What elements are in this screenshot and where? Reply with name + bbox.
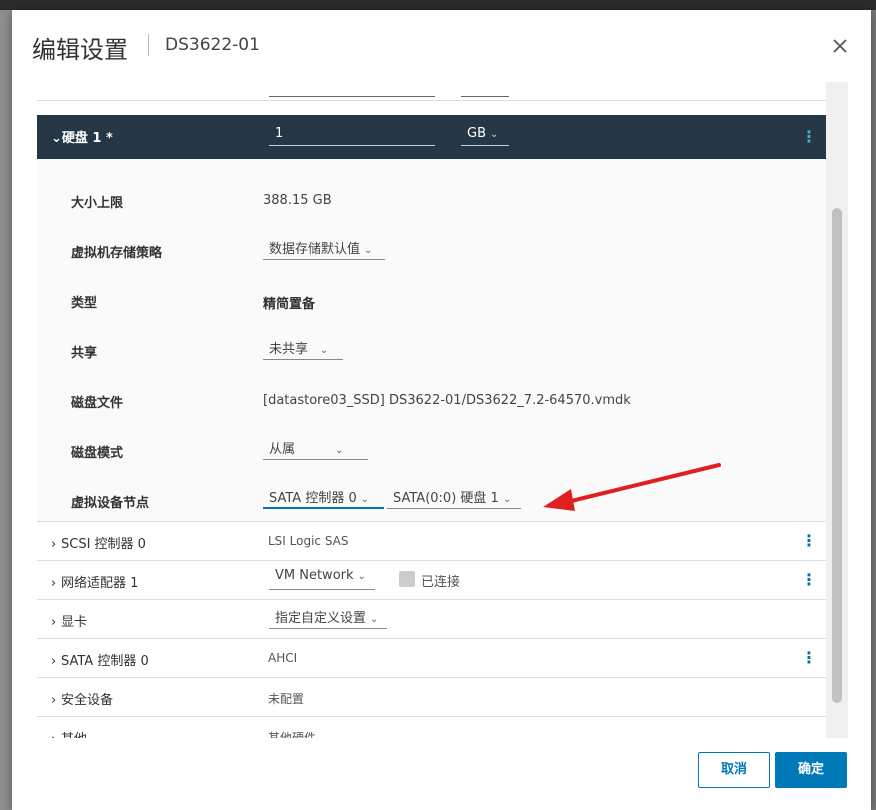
hard-disk-header[interactable]: ⌄硬盘 1 * 1 GB ⌄ ⋮ (37, 115, 826, 159)
chevron-right-icon: › (51, 693, 57, 708)
chevron-down-icon: ⌄ (490, 129, 499, 140)
close-icon (833, 39, 847, 53)
dialog-subtitle: DS3622-01 (165, 35, 260, 55)
close-button[interactable] (828, 34, 852, 58)
edit-settings-dialog: 编辑设置 DS3622-01 ⌄硬盘 1 * 1 GB ⌄ ⋮ 大小上限 388.… (12, 10, 871, 810)
cut-off-row-memory (37, 82, 826, 101)
background-left-panel (0, 10, 12, 810)
device-label: 网络适配器 1 (61, 576, 139, 591)
device-row-security-devices[interactable]: › 安全设备 未配置 (37, 678, 826, 717)
connected-checkbox[interactable] (399, 571, 415, 587)
memory-unit-underline[interactable] (461, 96, 509, 97)
background-top-bar (0, 0, 876, 10)
kebab-menu-icon[interactable]: ⋮ (801, 570, 817, 589)
chevron-right-icon: › (51, 537, 57, 552)
chevron-down-icon: ⌄ (502, 494, 512, 505)
memory-input-underline[interactable] (269, 96, 435, 97)
chevron-right-icon: › (51, 615, 57, 630)
scrollbar-thumb[interactable] (832, 208, 842, 703)
storage-policy-select[interactable]: 数据存储默认值 ⌄ (263, 238, 385, 260)
cancel-button[interactable]: 取消 (698, 752, 770, 788)
device-list: ⌄硬盘 1 * 1 GB ⌄ ⋮ 大小上限 388.15 GB 虚拟机存储策略 数… (37, 82, 826, 738)
device-value: AHCI (268, 651, 298, 665)
device-row-video-card[interactable]: › 显卡 指定自定义设置 ⌄ (37, 600, 826, 639)
max-size-value: 388.15 GB (263, 193, 332, 208)
device-value: 未配置 (268, 692, 305, 706)
disk-type-value: 精简置备 (263, 297, 316, 312)
disk-type-label: 类型 (71, 296, 98, 311)
disk-file-label: 磁盘文件 (71, 396, 124, 411)
vertical-scrollbar[interactable] (826, 82, 848, 738)
chevron-down-icon: ⌄ (51, 131, 62, 146)
chevron-right-icon: › (51, 654, 57, 669)
dialog-header: 编辑设置 DS3622-01 (12, 10, 871, 82)
chevron-down-icon: ⌄ (360, 494, 370, 505)
chevron-down-icon: ⌄ (364, 245, 373, 256)
hard-disk-label: ⌄硬盘 1 * (51, 131, 113, 146)
kebab-menu-icon[interactable]: ⋮ (801, 648, 817, 667)
chevron-down-icon: ⌄ (370, 614, 379, 625)
device-label: 显卡 (61, 615, 88, 630)
vdn-slot-select[interactable]: SATA(0:0) 硬盘 1 ⌄ (387, 487, 521, 509)
title-separator (148, 34, 149, 56)
virtual-device-node-label: 虚拟设备节点 (71, 496, 150, 511)
device-label: 安全设备 (61, 693, 114, 708)
device-row-network-adapter[interactable]: › 网络适配器 1 VM Network ⌄ 已连接 ⋮ (37, 561, 826, 600)
chevron-down-icon: ⌄ (320, 345, 329, 356)
disk-mode-label: 磁盘模式 (71, 446, 124, 461)
device-value: LSI Logic SAS (268, 534, 349, 548)
chevron-down-icon: ⌄ (357, 571, 366, 582)
chevron-right-icon: › (51, 576, 57, 591)
device-row-scsi-controller[interactable]: › SCSI 控制器 0 LSI Logic SAS ⋮ (37, 522, 826, 561)
disk-file-value: [datastore03_SSD] DS3622-01/DS3622_7.2-6… (263, 393, 631, 408)
ok-button[interactable]: 确定 (775, 752, 847, 788)
device-row-sata-controller[interactable]: › SATA 控制器 0 AHCI ⋮ (37, 639, 826, 678)
disk-size-input[interactable]: 1 (269, 126, 435, 146)
disk-mode-select[interactable]: 从属 ⌄ (263, 438, 368, 460)
vdn-controller-select[interactable]: SATA 控制器 0 ⌄ (263, 487, 384, 509)
kebab-menu-icon[interactable]: ⋮ (801, 531, 817, 550)
max-size-label: 大小上限 (71, 196, 124, 211)
device-label: SCSI 控制器 0 (61, 537, 146, 552)
kebab-menu-icon[interactable]: ⋮ (801, 127, 817, 146)
device-row-other[interactable]: ›其他 其他硬件 (37, 717, 826, 738)
device-value: 其他硬件 (268, 731, 317, 738)
chevron-right-icon: › (51, 732, 61, 738)
connected-label: 已连接 (421, 575, 461, 590)
device-label: 其他 (61, 732, 87, 738)
annotation-arrow (543, 463, 721, 511)
video-card-select[interactable]: 指定自定义设置 ⌄ (269, 607, 387, 629)
storage-policy-label: 虚拟机存储策略 (71, 246, 163, 261)
dialog-title: 编辑设置 (32, 36, 128, 64)
disk-unit-select[interactable]: GB ⌄ (461, 126, 509, 146)
device-label: SATA 控制器 0 (61, 654, 149, 669)
network-select[interactable]: VM Network ⌄ (269, 568, 375, 590)
chevron-down-icon: ⌄ (335, 445, 344, 456)
sharing-label: 共享 (71, 346, 98, 361)
sharing-select[interactable]: 未共享 ⌄ (263, 338, 343, 360)
